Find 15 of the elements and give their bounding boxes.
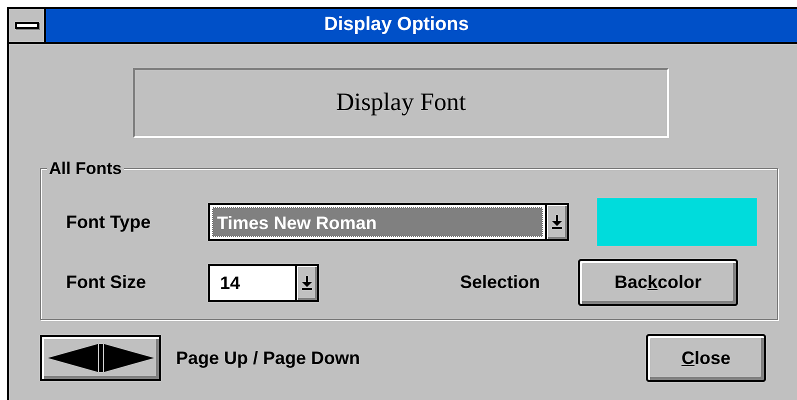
selection-label: Selection — [460, 271, 542, 294]
close-button[interactable]: Close — [646, 334, 766, 382]
left-right-arrows-icon — [48, 344, 154, 372]
page-up-down-label: Page Up / Page Down — [176, 346, 362, 370]
preview-text: Display Font — [336, 88, 466, 118]
font-size-dropdown[interactable]: 14 — [208, 264, 319, 302]
backcolor-button[interactable]: Backcolor — [578, 259, 738, 306]
down-arrow-icon — [551, 215, 563, 229]
page-arrows-button[interactable] — [40, 335, 161, 381]
font-type-label: Font Type — [66, 210, 152, 234]
font-type-dropdown[interactable]: Times New Roman — [208, 203, 569, 241]
window-title: Display Options — [324, 13, 470, 38]
minus-icon — [14, 22, 38, 29]
font-size-label: Font Size — [66, 271, 147, 294]
down-arrow-icon — [301, 276, 313, 290]
